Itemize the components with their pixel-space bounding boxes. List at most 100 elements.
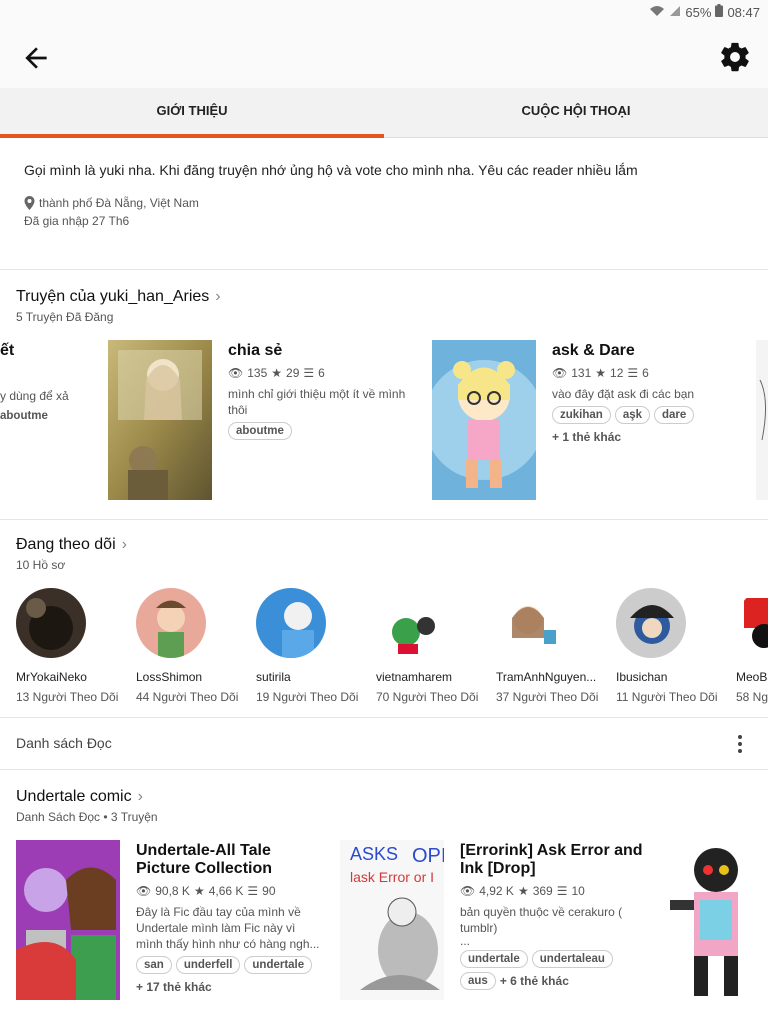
votes-count: 4,66 K xyxy=(208,884,244,898)
profile-name: Ibusichan xyxy=(616,670,668,684)
story-tag[interactable]: undertale xyxy=(460,950,528,968)
eye-icon: 👁 xyxy=(460,884,476,898)
reading-list-header[interactable]: Undertale comic › Danh Sách Đọc • 3 Truyệ… xyxy=(16,788,158,824)
stories-header[interactable]: Truyện của yuki_han_Aries › 5 Truyện Đã Đ… xyxy=(16,288,221,324)
reading-list-label: Danh sách Đọc xyxy=(16,735,112,751)
svg-text:lask Error or I: lask Error or I xyxy=(350,869,434,885)
votes-count: 29 xyxy=(286,366,300,380)
battery-icon xyxy=(715,4,724,20)
story-stats: 👁 131 ★ 12 ☰ 6 xyxy=(552,366,742,380)
story-cover xyxy=(432,340,536,500)
votes-count: 369 xyxy=(532,884,553,898)
app-bar xyxy=(0,26,768,88)
profile-followers: 44 Người Theo Dõi xyxy=(136,690,239,704)
story-title: ết xyxy=(0,342,15,359)
views-count: 135 xyxy=(247,366,268,380)
followed-profile[interactable]: MrYokaiNeko 13 Người Theo Dõi xyxy=(16,588,136,704)
star-icon: ★ xyxy=(595,366,607,380)
story-tag[interactable]: dare xyxy=(654,406,695,424)
parts-count: 90 xyxy=(262,884,276,898)
list-icon: ☰ xyxy=(627,366,639,380)
tab-about[interactable]: GIỚI THIỆU xyxy=(0,88,384,138)
following-count: 10 Hồ sơ xyxy=(16,558,66,572)
story-title: Undertale-All Tale Picture Collection xyxy=(136,842,273,877)
location-pin-icon xyxy=(24,196,35,210)
story-tag[interactable]: san xyxy=(136,956,172,974)
story-stats: 👁 90,8 K ★ 4,66 K ☰ 90 xyxy=(136,884,322,898)
story-tag[interactable]: undertale xyxy=(244,956,313,974)
back-button[interactable] xyxy=(20,42,52,74)
reading-list-title: Undertale comic xyxy=(16,788,132,805)
more-options-button[interactable] xyxy=(732,734,748,754)
eye-icon: 👁 xyxy=(552,366,568,380)
tab-conversations[interactable]: CUỘC HỘI THOẠI xyxy=(384,88,768,138)
avatar xyxy=(376,588,446,658)
location: thành phố Đà Nẵng, Việt Nam xyxy=(24,196,199,210)
chevron-right-icon: › xyxy=(215,288,221,305)
avatar xyxy=(136,588,206,658)
story-tag[interactable]: aboutme xyxy=(228,422,292,440)
list-icon: ☰ xyxy=(556,884,568,898)
signal-icon xyxy=(669,5,681,20)
story-tag[interactable]: aşk xyxy=(614,406,650,424)
story-tag[interactable]: aus xyxy=(460,972,496,990)
profile-followers: 70 Người Theo Dõi xyxy=(376,690,479,704)
story-desc: y dùng để xả xyxy=(0,389,69,403)
avatar xyxy=(496,588,566,658)
following-section: Đang theo dõi › 10 Hồ sơ MrYokaiNeko 13 N… xyxy=(0,520,768,718)
chevron-right-icon: › xyxy=(137,788,143,805)
story-desc: mình chỉ giới thiệu một ít về mình thôi xyxy=(228,387,406,417)
kebab-menu-icon xyxy=(738,735,742,753)
profile-tabs: GIỚI THIỆU CUỘC HỘI THOẠI xyxy=(0,88,768,138)
followed-profile[interactable]: Ibusichan 11 Người Theo Dõi xyxy=(616,588,736,704)
story-cover xyxy=(664,840,768,1000)
followed-profile[interactable]: vietnamharem 70 Người Theo Dõi xyxy=(376,588,496,704)
followed-profile[interactable]: MeoBa 58 Ng xyxy=(736,588,768,704)
story-desc: Đây là Fic đầu tay của mình về Undertale… xyxy=(136,905,320,951)
gear-icon xyxy=(721,42,749,72)
parts-count: 10 xyxy=(571,884,585,898)
profile-followers: 13 Người Theo Dõi xyxy=(16,690,119,704)
following-title: Đang theo dõi xyxy=(16,536,116,553)
story-tag[interactable]: undertaleau xyxy=(531,950,613,968)
story-tag[interactable]: zukihan xyxy=(552,406,611,424)
story-cover xyxy=(108,340,212,500)
more-tags[interactable]: + 1 thẻ khác xyxy=(552,430,742,444)
following-header[interactable]: Đang theo dõi › 10 Hồ sơ xyxy=(16,536,127,572)
reading-list-section: Undertale comic › Danh Sách Đọc • 3 Truyệ… xyxy=(0,770,768,1024)
joined-date: Đã gia nhập 27 Th6 xyxy=(24,214,130,228)
followed-profile[interactable]: LossShimon 44 Người Theo Dõi xyxy=(136,588,256,704)
arrow-left-icon xyxy=(25,47,47,69)
profile-followers: 58 Ng xyxy=(736,690,768,704)
story-tag[interactable]: underfell xyxy=(175,956,241,974)
stories-section: Truyện của yuki_han_Aries › 5 Truyện Đã Đ… xyxy=(0,270,768,520)
profile-followers: 37 Người Theo Dõi xyxy=(496,690,599,704)
location-text: thành phố Đà Nẵng, Việt Nam xyxy=(39,196,199,210)
followed-profile[interactable]: sutirila 19 Người Theo Dõi xyxy=(256,588,376,704)
story-stats: 👁 4,92 K ★ 369 ☰ 10 xyxy=(460,884,646,898)
stories-title: Truyện của yuki_han_Aries xyxy=(16,288,210,305)
svg-text:ASKS: ASKS xyxy=(350,844,398,864)
story-desc: vào đây đặt ask đi các bạn xyxy=(552,387,695,401)
more-tags[interactable]: + 6 thẻ khác xyxy=(500,974,569,988)
avatar xyxy=(256,588,326,658)
story-title: ask & Dare xyxy=(552,342,635,359)
settings-button[interactable] xyxy=(718,40,752,74)
eye-icon: 👁 xyxy=(136,884,152,898)
reading-list-count: Danh Sách Đọc • 3 Truyện xyxy=(16,810,158,824)
parts-count: 6 xyxy=(318,366,325,380)
story-cover: ASKS OPI lask Error or I xyxy=(340,840,444,1000)
avatar xyxy=(736,588,768,658)
more-tags[interactable]: + 17 thẻ khác xyxy=(136,980,322,994)
story-tag[interactable]: aboutme xyxy=(0,408,55,424)
svg-text:OPI: OPI xyxy=(412,845,444,867)
clock: 08:47 xyxy=(727,4,760,20)
followed-profile[interactable]: TramAnhNguyen... 37 Người Theo Dõi xyxy=(496,588,616,704)
profile-name: MeoBa xyxy=(736,670,768,684)
profile-followers: 19 Người Theo Dõi xyxy=(256,690,359,704)
story-cover xyxy=(756,340,768,500)
story-title: chia sẻ xyxy=(228,342,283,359)
story-cover xyxy=(16,840,120,1000)
reading-list-bar: Danh sách Đọc xyxy=(0,718,768,770)
wifi-icon xyxy=(649,5,665,20)
